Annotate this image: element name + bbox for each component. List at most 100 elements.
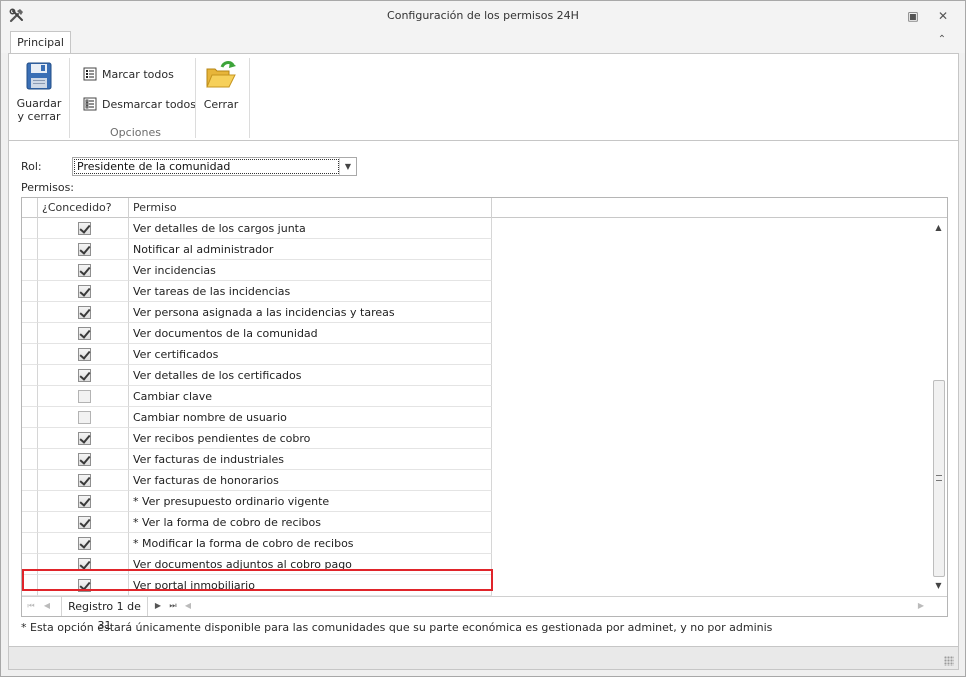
permission-cell[interactable]: Notificar al administrador bbox=[129, 239, 492, 260]
granted-checkbox[interactable] bbox=[78, 285, 91, 298]
row-indicator[interactable] bbox=[22, 428, 38, 449]
table-row[interactable]: * Ver presupuesto ordinario vigente bbox=[22, 491, 492, 512]
tab-principal[interactable]: Principal bbox=[10, 31, 71, 54]
scroll-thumb[interactable] bbox=[933, 380, 945, 577]
scroll-down-icon[interactable]: ▼ bbox=[930, 578, 947, 594]
granted-checkbox[interactable] bbox=[78, 369, 91, 382]
granted-checkbox[interactable] bbox=[78, 222, 91, 235]
row-indicator[interactable] bbox=[22, 470, 38, 491]
row-indicator[interactable] bbox=[22, 449, 38, 470]
granted-checkbox[interactable] bbox=[78, 495, 91, 508]
granted-checkbox[interactable] bbox=[78, 558, 91, 571]
permission-cell[interactable]: Ver documentos adjuntos al cobro pago bbox=[129, 554, 492, 575]
table-row[interactable]: Ver tareas de las incidencias bbox=[22, 281, 492, 302]
table-row[interactable]: Ver detalles de los cargos junta bbox=[22, 218, 492, 239]
row-indicator[interactable] bbox=[22, 344, 38, 365]
row-indicator[interactable] bbox=[22, 260, 38, 281]
permission-cell[interactable]: * Ver presupuesto ordinario vigente bbox=[129, 491, 492, 512]
granted-checkbox[interactable] bbox=[78, 306, 91, 319]
table-row[interactable]: Ver facturas de industriales bbox=[22, 449, 492, 470]
row-indicator[interactable] bbox=[22, 407, 38, 428]
table-row[interactable]: Ver facturas de honorarios bbox=[22, 470, 492, 491]
size-grip-icon[interactable] bbox=[944, 656, 954, 666]
table-row[interactable]: Ver documentos de la comunidad bbox=[22, 323, 492, 344]
scroll-right-icon[interactable]: ▶ bbox=[915, 599, 927, 613]
permission-cell[interactable]: Ver facturas de honorarios bbox=[129, 470, 492, 491]
table-row[interactable]: Ver detalles de los certificados bbox=[22, 365, 492, 386]
granted-checkbox[interactable] bbox=[78, 327, 91, 340]
table-row[interactable]: Cambiar nombre de usuario bbox=[22, 407, 492, 428]
header-granted[interactable]: ¿Concedido? bbox=[38, 198, 129, 218]
permission-cell[interactable]: Cambiar clave bbox=[129, 386, 492, 407]
row-indicator[interactable] bbox=[22, 491, 38, 512]
row-indicator[interactable] bbox=[22, 554, 38, 575]
row-indicator[interactable] bbox=[22, 323, 38, 344]
permission-cell[interactable]: Ver tareas de las incidencias bbox=[129, 281, 492, 302]
close-button[interactable]: Cerrar bbox=[199, 54, 243, 111]
row-indicator[interactable] bbox=[22, 218, 38, 239]
row-indicator[interactable] bbox=[22, 386, 38, 407]
permission-cell[interactable]: Ver detalles de los cargos junta bbox=[129, 218, 492, 239]
permission-cell[interactable]: Ver recibos pendientes de cobro bbox=[129, 428, 492, 449]
scroll-left-icon[interactable]: ◀ bbox=[182, 599, 194, 613]
table-row[interactable]: Cambiar clave bbox=[22, 386, 492, 407]
granted-checkbox[interactable] bbox=[78, 453, 91, 466]
permission-cell[interactable]: * Ver la forma de cobro de recibos bbox=[129, 512, 492, 533]
close-window-button[interactable]: ✕ bbox=[934, 7, 952, 25]
table-row[interactable]: Ver recibos pendientes de cobro bbox=[22, 428, 492, 449]
granted-checkbox[interactable] bbox=[78, 516, 91, 529]
prev-record-icon[interactable]: ◀ bbox=[40, 599, 54, 613]
granted-checkbox[interactable] bbox=[78, 579, 91, 592]
permission-cell[interactable]: Ver incidencias bbox=[129, 260, 492, 281]
row-indicator[interactable] bbox=[22, 281, 38, 302]
table-row[interactable]: Ver incidencias bbox=[22, 260, 492, 281]
ribbon-separator bbox=[69, 58, 70, 138]
mark-all-button[interactable]: Marcar todos bbox=[83, 66, 174, 84]
save-close-button[interactable]: Guardar y cerrar bbox=[15, 54, 63, 123]
row-indicator[interactable] bbox=[22, 575, 38, 596]
granted-checkbox[interactable] bbox=[78, 243, 91, 256]
restore-button[interactable]: ▣ bbox=[904, 7, 922, 25]
table-row[interactable]: Ver documentos adjuntos al cobro pago bbox=[22, 554, 492, 575]
permission-cell[interactable]: Ver portal inmobiliario bbox=[129, 575, 492, 596]
row-indicator[interactable] bbox=[22, 533, 38, 554]
granted-checkbox[interactable] bbox=[78, 432, 91, 445]
permission-cell[interactable]: Ver documentos de la comunidad bbox=[129, 323, 492, 344]
permission-cell[interactable]: * Modificar la forma de cobro de recibos bbox=[129, 533, 492, 554]
permission-cell[interactable]: Ver persona asignada a las incidencias y… bbox=[129, 302, 492, 323]
table-row[interactable]: Ver certificados bbox=[22, 344, 492, 365]
table-row[interactable]: * Modificar la forma de cobro de recibos bbox=[22, 533, 492, 554]
granted-checkbox[interactable] bbox=[78, 348, 91, 361]
granted-checkbox[interactable] bbox=[78, 390, 91, 403]
permission-cell[interactable]: Cambiar nombre de usuario bbox=[129, 407, 492, 428]
granted-checkbox[interactable] bbox=[78, 474, 91, 487]
permission-cell[interactable]: Ver detalles de los certificados bbox=[129, 365, 492, 386]
row-indicator[interactable] bbox=[22, 365, 38, 386]
role-value[interactable]: Presidente de la comunidad bbox=[74, 159, 339, 174]
table-row[interactable]: * Ver la forma de cobro de recibos bbox=[22, 512, 492, 533]
granted-checkbox[interactable] bbox=[78, 411, 91, 424]
granted-cell bbox=[38, 323, 129, 344]
scroll-up-icon[interactable]: ▲ bbox=[930, 220, 947, 236]
permission-cell[interactable]: Ver certificados bbox=[129, 344, 492, 365]
first-record-icon[interactable]: ⏮ bbox=[24, 599, 38, 613]
table-row[interactable]: Notificar al administrador bbox=[22, 239, 492, 260]
table-row[interactable]: Ver persona asignada a las incidencias y… bbox=[22, 302, 492, 323]
vertical-scrollbar[interactable]: ▲ ▼ bbox=[930, 218, 947, 596]
permission-cell[interactable]: Ver facturas de industriales bbox=[129, 449, 492, 470]
row-indicator[interactable] bbox=[22, 302, 38, 323]
row-indicator[interactable] bbox=[22, 512, 38, 533]
chevron-down-icon[interactable]: ▼ bbox=[339, 158, 356, 175]
granted-checkbox[interactable] bbox=[78, 537, 91, 550]
role-combobox[interactable]: Presidente de la comunidad ▼ bbox=[72, 157, 357, 176]
ribbon: Guardar y cerrar Marcar todos Desmarcar … bbox=[8, 53, 959, 141]
header-permission[interactable]: Permiso bbox=[129, 198, 492, 218]
unmark-all-button[interactable]: Desmarcar todos bbox=[83, 96, 196, 114]
ribbon-collapse-button[interactable]: ⌃ bbox=[935, 34, 949, 48]
next-record-icon[interactable]: ▶ bbox=[151, 599, 165, 613]
last-record-icon[interactable]: ⏭ bbox=[166, 599, 180, 613]
row-indicator[interactable] bbox=[22, 239, 38, 260]
table-row[interactable]: Ver portal inmobiliario bbox=[22, 575, 492, 596]
title-bar: Configuración de los permisos 24H ▣ ✕ bbox=[1, 1, 965, 31]
granted-checkbox[interactable] bbox=[78, 264, 91, 277]
